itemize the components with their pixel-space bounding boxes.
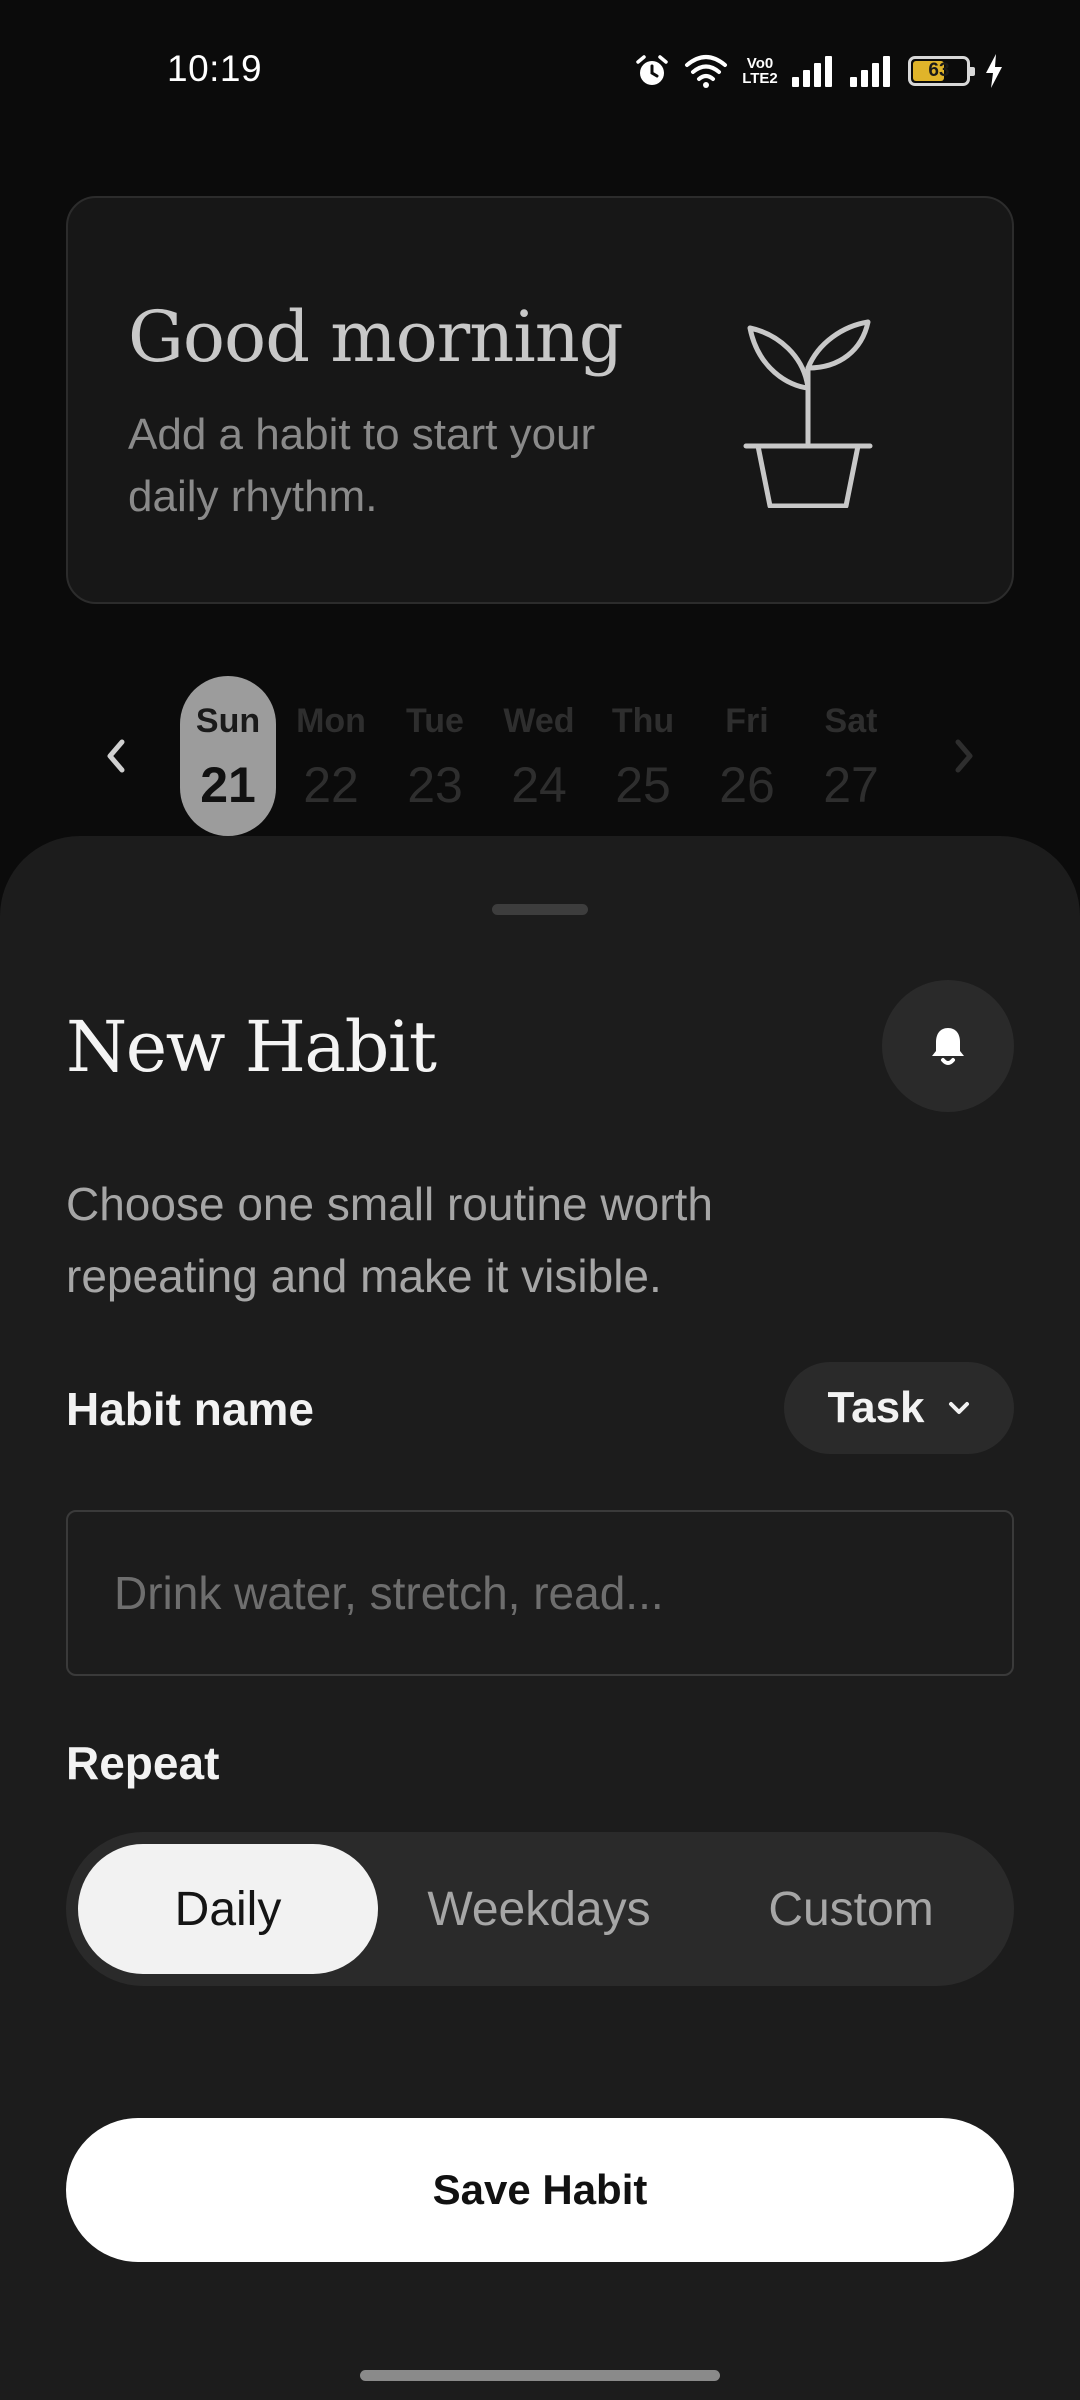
volte-bottom-text: LTE2: [742, 70, 778, 87]
repeat-option-custom[interactable]: Custom: [700, 1844, 1002, 1974]
screen: 10:19 Vo0 LTE2 63 Good morning Add a hab…: [0, 0, 1080, 2400]
battery-nub: [970, 67, 975, 76]
day-wed[interactable]: Wed 24: [491, 676, 587, 836]
plant-pot-icon: [743, 319, 873, 508]
day-mon[interactable]: Mon 22: [283, 676, 379, 836]
day-number: 25: [615, 757, 671, 813]
day-number: 24: [511, 757, 567, 813]
alarm-icon: [636, 55, 668, 85]
week-strip: Sun 21 Mon 22 Tue 23 Wed 24 Thu 25 Fri 2…: [0, 676, 1080, 836]
day-sat[interactable]: Sat 27: [803, 676, 899, 836]
status-icons: Vo0 LTE2 63: [634, 50, 1004, 92]
wifi-icon: [685, 55, 727, 88]
day-name: Sat: [824, 702, 878, 740]
signal-icon-sim1: [792, 56, 832, 87]
day-tue[interactable]: Tue 23: [387, 676, 483, 836]
signal-icon-sim2: [850, 56, 890, 87]
chevron-right-icon: [955, 739, 973, 773]
volte-top-text: Vo0: [746, 55, 774, 72]
day-name: Tue: [406, 702, 464, 740]
repeat-option-weekdays[interactable]: Weekdays: [384, 1844, 694, 1974]
home-indicator[interactable]: [360, 2370, 720, 2381]
habit-type-dropdown[interactable]: Task: [784, 1362, 1014, 1454]
sheet-title: New Habit: [66, 1006, 437, 1088]
volte-indicator: Vo0 LTE2: [742, 56, 778, 86]
day-number: 26: [719, 757, 775, 813]
greeting-title: Good morning: [128, 296, 624, 378]
prev-week-button[interactable]: [86, 726, 146, 786]
bell-icon: [932, 1028, 964, 1065]
chevron-left-icon: [107, 739, 125, 773]
habit-type-value: Task: [827, 1383, 925, 1432]
battery-level: 63: [928, 60, 950, 81]
status-time: 10:19: [167, 48, 263, 89]
day-name: Wed: [503, 702, 575, 740]
day-number: 27: [823, 757, 879, 813]
day-fri[interactable]: Fri 26: [699, 676, 795, 836]
day-name: Mon: [296, 702, 366, 740]
sheet-drag-handle[interactable]: [492, 904, 588, 915]
habit-name-input[interactable]: [66, 1510, 1014, 1676]
charging-bolt-icon: [986, 54, 1002, 88]
day-thu[interactable]: Thu 25: [595, 676, 691, 836]
next-week-button[interactable]: [934, 726, 994, 786]
repeat-selector: Daily Weekdays Custom: [66, 1832, 1014, 1986]
day-sun[interactable]: Sun 21: [180, 676, 276, 836]
day-number: 22: [303, 757, 359, 813]
day-name: Sun: [195, 702, 261, 740]
repeat-label: Repeat: [66, 1737, 220, 1789]
greeting-subtitle: Add a habit to start your daily rhythm.: [128, 410, 596, 521]
habit-name-label: Habit name: [66, 1383, 314, 1435]
battery-icon: 63: [908, 56, 975, 86]
save-habit-button[interactable]: Save Habit: [66, 2118, 1014, 2262]
day-name: Fri: [725, 702, 769, 740]
day-number: 23: [407, 757, 463, 813]
greeting-card: Good morning Add a habit to start your d…: [66, 196, 1014, 604]
chevron-down-icon: [948, 1402, 969, 1414]
reminder-button[interactable]: [882, 980, 1014, 1112]
sheet-description: Choose one small routine worth repeating…: [66, 1178, 713, 1302]
status-bar: 10:19 Vo0 LTE2 63: [0, 0, 1080, 140]
repeat-option-daily[interactable]: Daily: [78, 1844, 378, 1974]
new-habit-sheet: New Habit Choose one small routine worth…: [0, 836, 1080, 2400]
day-number: 21: [200, 757, 256, 813]
day-name: Thu: [611, 702, 675, 740]
